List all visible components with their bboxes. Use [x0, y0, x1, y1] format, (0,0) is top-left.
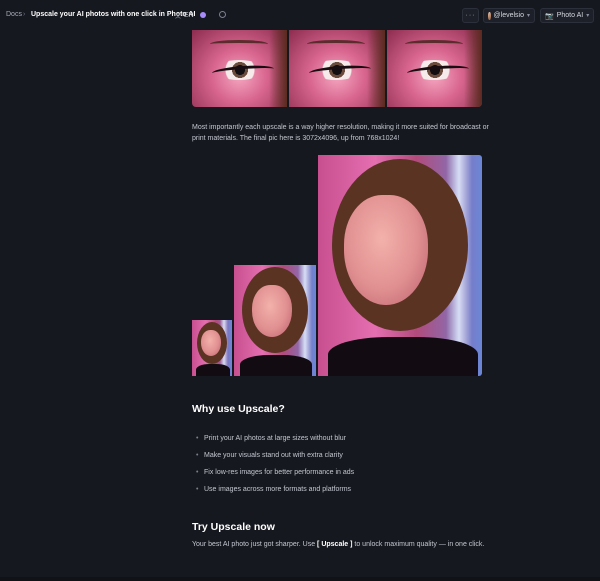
chevron-down-icon: ▾ [586, 13, 590, 19]
avatar [488, 11, 491, 20]
translate-icon: 文 [175, 14, 182, 20]
bottom-edge [0, 577, 600, 581]
eye-closeup-frame [289, 30, 385, 107]
list-item: Make your visuals stand out with extra c… [196, 451, 354, 468]
settings-icon[interactable] [219, 11, 226, 18]
portrait-small-image [192, 320, 232, 376]
list-item: Print your AI photos at large sizes with… [196, 434, 354, 451]
more-icon: ··· [465, 12, 476, 19]
user-menu-button[interactable]: @levelsio ▾ [483, 8, 535, 23]
chevron-right-icon: › [168, 11, 171, 18]
upscale-link[interactable]: [ Upscale ] [317, 541, 352, 548]
portrait-large-image [318, 155, 482, 376]
eye-closeup-comparison-image [192, 30, 482, 107]
list-item: Fix low-res images for better performanc… [196, 468, 354, 485]
breadcrumb-docs[interactable]: Docs [6, 11, 22, 18]
breadcrumb-page-title: Upscale your AI photos with one click in… [31, 11, 196, 18]
chevron-right-icon: › [23, 11, 26, 18]
list-item: Use images across more formats and platf… [196, 485, 354, 502]
more-button[interactable]: ··· [462, 8, 479, 23]
try-upscale-heading: Try Upscale now [192, 521, 275, 533]
try-upscale-text: Your best AI photo just got sharper. Use… [192, 541, 485, 548]
resolution-paragraph: Most importantly each upscale is a way h… [192, 124, 489, 142]
user-handle: @levelsio [493, 12, 524, 19]
camera-icon: 📷 [545, 12, 554, 20]
top-bar: Docs › Upscale your AI photos with one c… [0, 0, 600, 30]
why-upscale-heading: Why use Upscale? [192, 403, 285, 415]
eye-closeup-frame [386, 30, 482, 107]
portrait-medium-image [234, 265, 316, 376]
language-label: EN [184, 12, 194, 19]
benefits-list: Print your AI photos at large sizes with… [196, 434, 354, 502]
app-switcher-button[interactable]: 📷 Photo AI ▾ [540, 8, 594, 23]
status-dot-icon [200, 12, 206, 18]
app-name: Photo AI [556, 12, 584, 19]
language-selector[interactable]: 文 EN [175, 11, 194, 20]
eye-closeup-frame [192, 30, 288, 107]
chevron-down-icon: ▾ [526, 13, 530, 19]
